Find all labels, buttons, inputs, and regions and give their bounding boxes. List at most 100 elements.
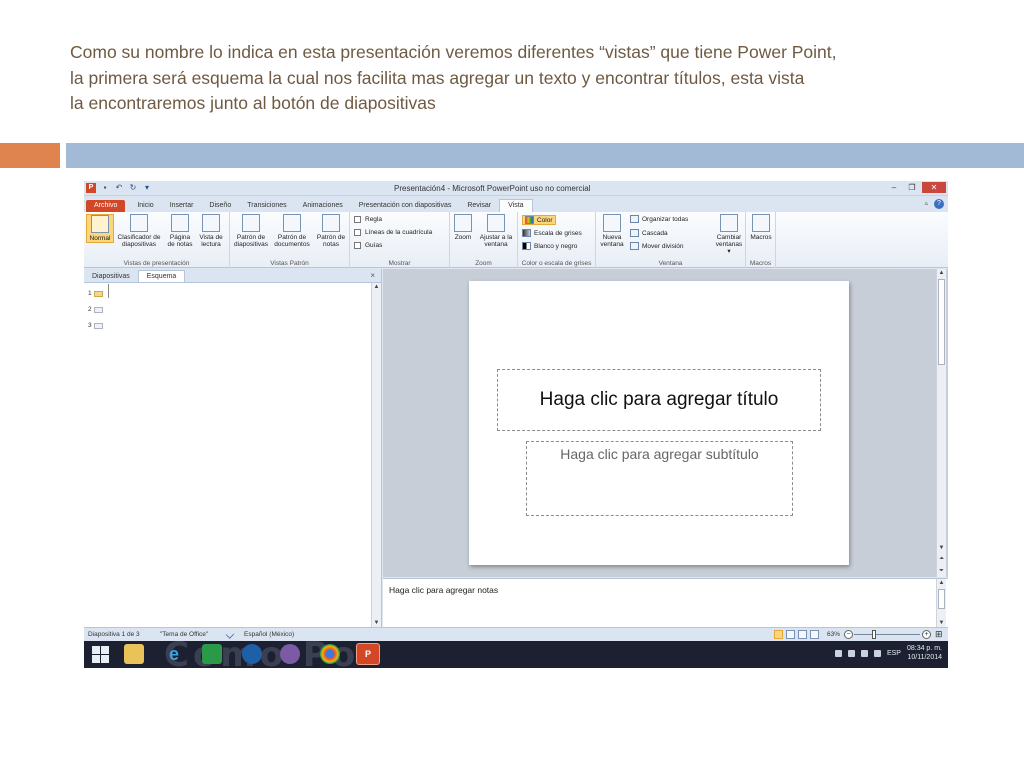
- store-icon[interactable]: [202, 644, 222, 664]
- chrome-icon[interactable]: [320, 644, 340, 664]
- clock[interactable]: 08:34 p. m. 10/11/2014: [907, 644, 942, 662]
- tab-inicio[interactable]: Inicio: [129, 200, 161, 212]
- minimize-icon[interactable]: –: [886, 182, 902, 193]
- slide-sorter-button[interactable]: Clasificador de diapositivas: [116, 214, 162, 248]
- gridlines-checkbox[interactable]: Líneas de la cuadrícula: [354, 229, 432, 236]
- notes-page-button[interactable]: Página de notas: [166, 214, 194, 248]
- notes-page-label: Página de notas: [167, 234, 193, 248]
- macros-button[interactable]: Macros: [747, 214, 775, 241]
- customize-icon[interactable]: ▾: [142, 183, 152, 193]
- scroll-down-icon[interactable]: ▼: [937, 620, 946, 626]
- scroll-up-icon[interactable]: ▲: [937, 580, 946, 586]
- tab-diapositivas[interactable]: Diapositivas: [84, 271, 138, 282]
- slide-sorter-icon: [130, 214, 148, 232]
- guides-checkbox[interactable]: Guías: [354, 242, 382, 249]
- internet-explorer-icon[interactable]: e: [164, 644, 184, 664]
- zoom-slider-knob[interactable]: [871, 630, 876, 639]
- powerpoint-icon[interactable]: P: [86, 183, 96, 193]
- scroll-down-icon[interactable]: ▼: [372, 620, 381, 626]
- scroll-down-icon[interactable]: ▼: [937, 545, 946, 551]
- pane-tabs: Diapositivas Esquema ×: [84, 269, 381, 283]
- new-window-button[interactable]: Nueva ventana: [598, 214, 626, 248]
- outline-slide-1[interactable]: 1: [88, 290, 103, 297]
- slide-master-button[interactable]: Patrón de diapositivas: [232, 214, 270, 248]
- switch-windows-button[interactable]: Cambiar ventanas ▾: [714, 214, 744, 255]
- windows-taskbar: Como Po e P ESP 08:34 p. m. 10/11/2014: [84, 641, 948, 668]
- title-placeholder[interactable]: Haga clic para agregar título: [497, 369, 821, 431]
- normal-view-shortcut-icon[interactable]: [774, 630, 783, 639]
- color-palette-icon: [525, 216, 534, 224]
- network-icon[interactable]: [847, 649, 855, 657]
- file-explorer-icon[interactable]: [124, 644, 144, 664]
- reading-view-shortcut-icon[interactable]: [798, 630, 807, 639]
- volume-icon[interactable]: [873, 649, 881, 657]
- notes-master-button[interactable]: Patrón de notas: [316, 214, 346, 248]
- pane-close-icon[interactable]: ×: [370, 271, 375, 280]
- slide-scrollbar[interactable]: ▲ ▼ ⏶ ⏷: [936, 269, 946, 577]
- zoom-label: Zoom: [454, 234, 472, 241]
- tab-presentacion[interactable]: Presentación con diapositivas: [351, 200, 460, 212]
- hp-icon[interactable]: [242, 644, 262, 664]
- previous-slide-icon[interactable]: ⏶: [937, 556, 946, 563]
- help-icon[interactable]: ?: [934, 199, 944, 209]
- sorter-view-shortcut-icon[interactable]: [786, 630, 795, 639]
- tab-esquema[interactable]: Esquema: [137, 270, 186, 282]
- slide-icon: [93, 322, 103, 329]
- tab-archivo[interactable]: Archivo: [86, 200, 126, 212]
- tab-vista[interactable]: Vista: [499, 199, 533, 212]
- notes-pane[interactable]: Haga clic para agregar notas ▲ ▼: [383, 578, 948, 627]
- redo-icon[interactable]: ↻: [128, 183, 138, 193]
- notes-placeholder[interactable]: Haga clic para agregar notas: [389, 585, 498, 595]
- notes-scrollbar[interactable]: ▲ ▼: [936, 579, 946, 627]
- zoom-slider[interactable]: [854, 634, 920, 635]
- fit-slide-icon[interactable]: ⊞: [935, 629, 943, 640]
- tab-insertar[interactable]: Insertar: [162, 200, 202, 212]
- group-vistas-patron: Patrón de diapositivas Patrón de documen…: [230, 212, 350, 268]
- input-language[interactable]: ESP: [887, 650, 901, 657]
- media-player-icon[interactable]: [280, 644, 300, 664]
- slideshow-shortcut-icon[interactable]: [810, 630, 819, 639]
- normal-view-button[interactable]: Normal: [86, 214, 114, 243]
- windows-start-icon[interactable]: [90, 644, 110, 664]
- minimize-ribbon-icon[interactable]: ▵: [924, 199, 928, 209]
- zoom-button[interactable]: Zoom: [452, 214, 474, 241]
- language[interactable]: Español (México): [244, 631, 294, 638]
- scroll-thumb[interactable]: [938, 279, 945, 365]
- reading-view-button[interactable]: Vista de lectura: [196, 214, 226, 248]
- close-icon[interactable]: ✕: [922, 182, 946, 193]
- signal-icon[interactable]: [860, 649, 868, 657]
- subtitle-placeholder[interactable]: Haga clic para agregar subtítulo: [526, 441, 793, 516]
- outline-slide-2[interactable]: 2: [88, 306, 103, 313]
- powerpoint-taskbar-icon[interactable]: P: [356, 643, 380, 665]
- tab-transiciones[interactable]: Transiciones: [239, 200, 294, 212]
- spellcheck-icon[interactable]: [225, 630, 235, 641]
- macros-label: Macros: [750, 234, 772, 241]
- tab-diseno[interactable]: Diseño: [201, 200, 239, 212]
- black-white-button[interactable]: Blanco y negro: [522, 242, 577, 250]
- theme-name[interactable]: "Tema de Office": [160, 631, 208, 638]
- outline-slide-3[interactable]: 3: [88, 322, 103, 329]
- undo-icon[interactable]: ↶: [114, 183, 124, 193]
- tray-chevron-icon[interactable]: [834, 649, 842, 657]
- next-slide-icon[interactable]: ⏷: [937, 568, 946, 575]
- fit-to-window-button[interactable]: Ajustar a la ventana: [478, 214, 514, 248]
- tab-animaciones[interactable]: Animaciones: [295, 200, 351, 212]
- scroll-up-icon[interactable]: ▲: [937, 270, 946, 276]
- scroll-thumb[interactable]: [938, 589, 945, 609]
- zoom-in-icon[interactable]: +: [922, 630, 931, 639]
- slide-canvas[interactable]: Haga clic para agregar título Haga clic …: [469, 281, 849, 565]
- arrange-all-button[interactable]: Organizar todas: [630, 215, 688, 223]
- grayscale-button[interactable]: Escala de grises: [522, 229, 582, 237]
- tab-revisar[interactable]: Revisar: [459, 200, 499, 212]
- cascade-button[interactable]: Cascada: [630, 229, 668, 237]
- zoom-out-icon[interactable]: −: [844, 630, 853, 639]
- handout-master-button[interactable]: Patrón de documentos: [272, 214, 312, 248]
- move-split-button[interactable]: Mover división: [630, 242, 684, 250]
- zoom-level[interactable]: 63%: [827, 631, 840, 638]
- save-icon[interactable]: ▪: [100, 183, 110, 193]
- scroll-up-icon[interactable]: ▲: [372, 284, 381, 290]
- color-button[interactable]: Color: [522, 215, 556, 225]
- outline-scrollbar[interactable]: ▲ ▼: [371, 283, 381, 627]
- restore-icon[interactable]: ❐: [904, 182, 920, 193]
- ruler-checkbox[interactable]: Regla: [354, 216, 382, 223]
